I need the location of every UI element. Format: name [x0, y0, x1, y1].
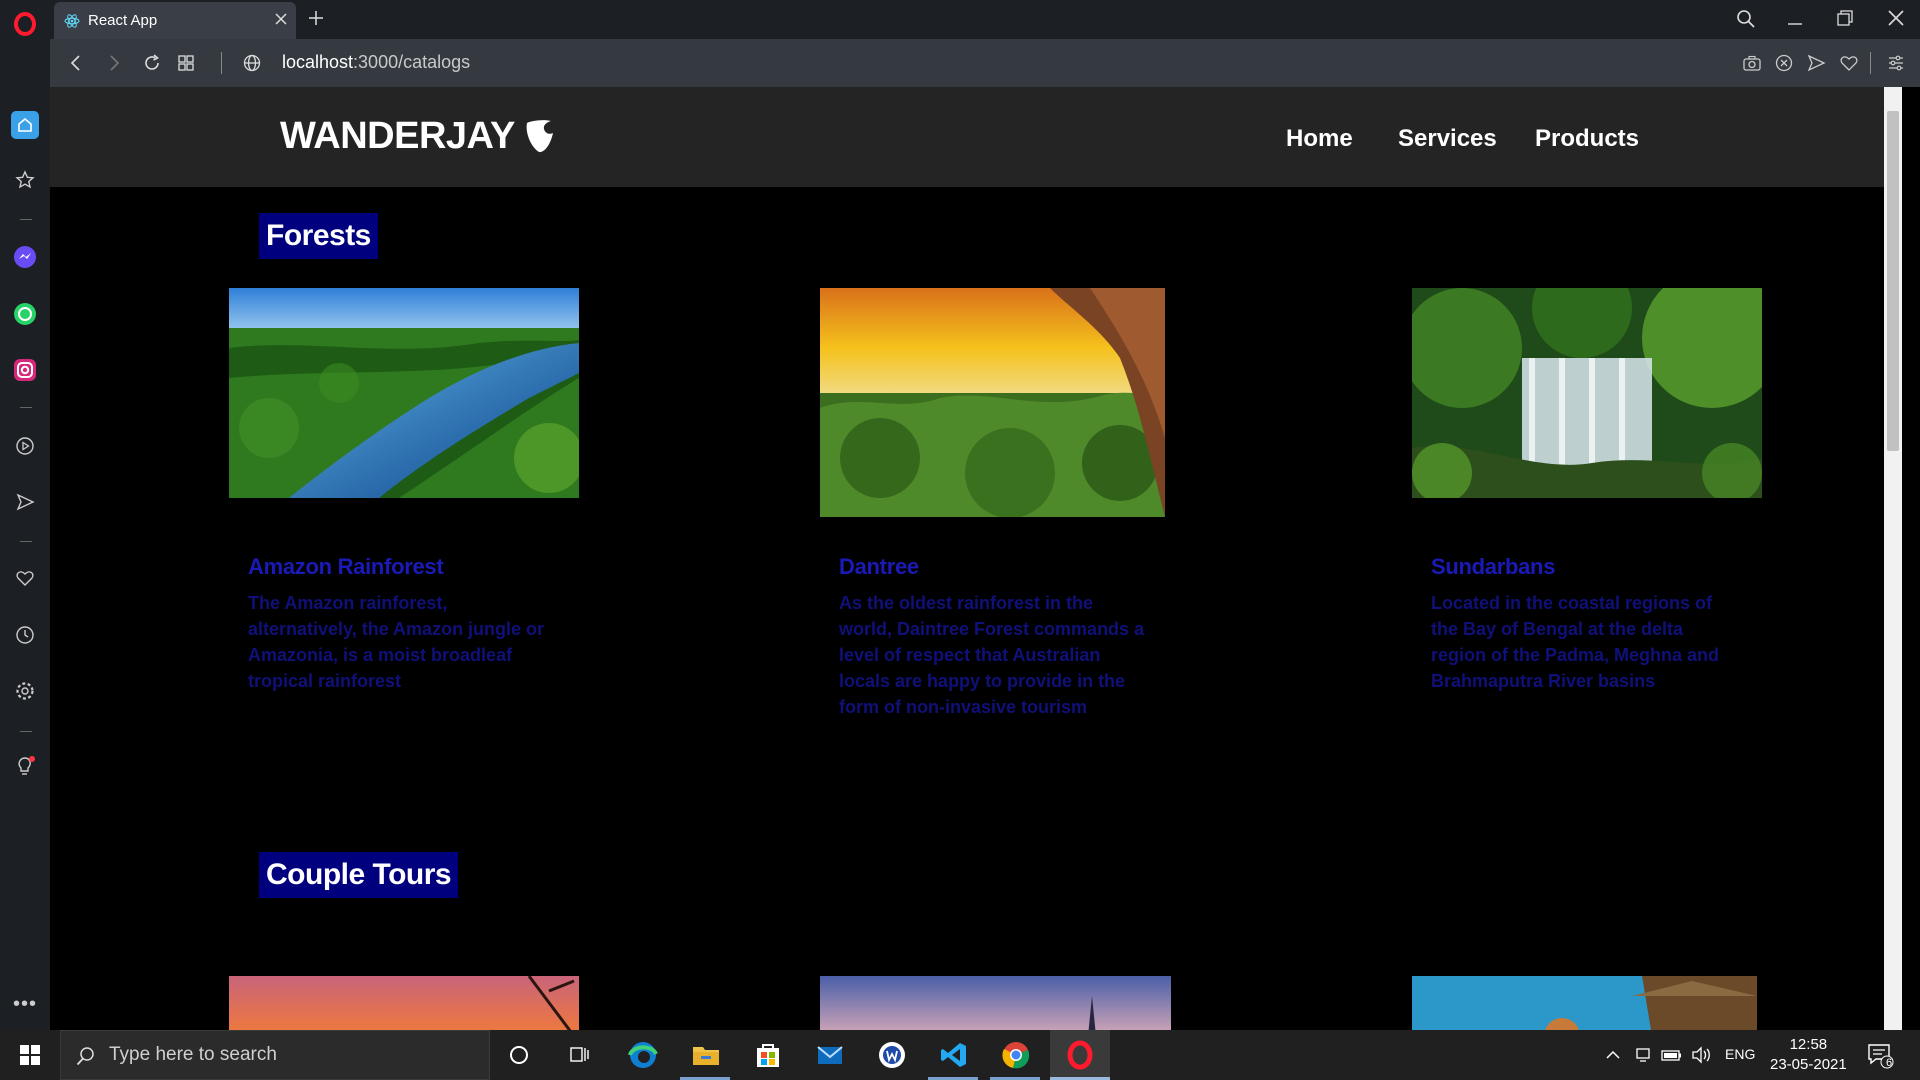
task-view-icon[interactable] — [564, 1039, 596, 1071]
battery-icon[interactable] — [1656, 1039, 1688, 1071]
web-page: WANDERJAY Home Services Products Forests… — [50, 87, 1902, 1030]
cortana-icon[interactable] — [503, 1039, 535, 1071]
card-description: The Amazon rainforest, alternatively, th… — [248, 593, 545, 691]
show-hidden-icons-chevron-icon[interactable] — [1597, 1039, 1629, 1071]
sidebar-divider — [20, 219, 32, 220]
restore-window-icon[interactable] — [1835, 8, 1855, 33]
sidebar-divider — [20, 731, 32, 732]
search-placeholder: Type here to search — [109, 1044, 277, 1065]
site-navbar: WANDERJAY Home Services Products — [50, 87, 1902, 187]
logo-text: WANDERJAY — [280, 115, 515, 157]
send-to-flow-icon[interactable] — [1806, 53, 1826, 78]
sunset-tree-image — [229, 976, 579, 1030]
page-scrollbar[interactable] — [1884, 87, 1902, 1030]
file-explorer-icon[interactable] — [690, 1039, 722, 1071]
browser-sidebar: ••• — [0, 0, 50, 1030]
typo3-logo-icon — [526, 119, 553, 152]
card-description: Located in the coastal regions of the Ba… — [1431, 593, 1720, 691]
toolbar-divider — [221, 52, 222, 74]
back-arrow-icon[interactable] — [66, 53, 86, 78]
card-title[interactable]: Amazon Rainforest — [248, 554, 444, 580]
tab-title: React App — [88, 12, 158, 29]
minimize-icon[interactable] — [1785, 8, 1805, 33]
ad-block-icon[interactable] — [1774, 53, 1794, 78]
close-window-icon[interactable] — [1886, 8, 1906, 33]
scrollbar-thumb[interactable] — [1887, 111, 1899, 451]
search-icon — [75, 1045, 97, 1073]
card-description: As the oldest rainforest in the world, D… — [839, 593, 1145, 717]
catalog-card[interactable]: Dantree As the oldest rainforest in the … — [820, 288, 1180, 768]
catalog-card[interactable] — [1412, 976, 1772, 1030]
section-title-forests: Forests — [259, 213, 378, 259]
tab-close-icon[interactable] — [272, 10, 290, 32]
chrome-icon[interactable] — [1000, 1039, 1032, 1071]
section-title-couple-tours: Couple Tours — [259, 852, 459, 898]
nav-link-home[interactable]: Home — [1286, 125, 1353, 153]
catalog-card[interactable] — [820, 976, 1180, 1030]
catalog-card[interactable] — [229, 976, 589, 1030]
home-icon[interactable] — [11, 111, 39, 139]
sundarbans-waterfall-image — [1412, 288, 1762, 498]
toolbar-divider — [1870, 52, 1871, 74]
settings-gear-icon[interactable] — [11, 677, 39, 705]
url-field[interactable]: localhost:3000/catalogs — [282, 52, 470, 73]
bookmarks-star-icon[interactable] — [11, 166, 39, 194]
microsoft-store-icon[interactable] — [752, 1039, 784, 1071]
instagram-icon[interactable] — [11, 356, 39, 384]
vscode-icon[interactable] — [938, 1039, 970, 1071]
flow-send-icon[interactable] — [11, 488, 39, 516]
player-icon[interactable] — [11, 432, 39, 460]
windows-taskbar: Type here to search ENG 12:58 23-05-2021… — [0, 1030, 1920, 1080]
search-tabs-icon[interactable] — [1735, 8, 1757, 35]
beach-hut-image — [1412, 976, 1757, 1030]
amazon-river-image — [229, 288, 579, 498]
taskbar-search-input[interactable]: Type here to search — [60, 1030, 490, 1080]
daintree-forest-image — [820, 288, 1165, 517]
notifications-icon[interactable]: 6 — [1864, 1039, 1896, 1071]
clock-time: 12:58 — [1789, 1036, 1828, 1053]
address-bar: localhost:3000/catalogs — [50, 39, 1920, 87]
nav-link-services[interactable]: Services — [1398, 125, 1497, 153]
url-host: localhost — [282, 52, 354, 72]
forward-arrow-icon[interactable] — [104, 53, 124, 78]
windows-start-icon[interactable] — [14, 1039, 46, 1071]
tips-lightbulb-icon[interactable] — [11, 752, 39, 780]
catalog-card[interactable]: Amazon Rainforest The Amazon rainforest,… — [229, 288, 589, 768]
reload-icon[interactable] — [142, 53, 162, 78]
sidebar-divider — [20, 407, 32, 408]
card-title[interactable]: Dantree — [839, 554, 919, 580]
bookmark-heart-icon[interactable] — [1839, 53, 1859, 78]
meet-now-icon[interactable] — [1627, 1039, 1659, 1071]
speed-dial-grid-icon[interactable] — [176, 53, 196, 78]
site-logo[interactable]: WANDERJAY — [280, 115, 557, 158]
messenger-icon[interactable] — [11, 243, 39, 271]
opera-logo-icon[interactable] — [11, 10, 39, 38]
sidebar-divider — [20, 541, 32, 542]
history-clock-icon[interactable] — [11, 621, 39, 649]
input-language-indicator[interactable]: ENG — [1725, 1046, 1755, 1062]
paris-dusk-image — [820, 976, 1171, 1030]
clock-date: 23-05-2021 — [1770, 1056, 1847, 1073]
heart-icon[interactable] — [11, 564, 39, 592]
url-path: :3000/catalogs — [353, 52, 471, 72]
mail-icon[interactable] — [814, 1039, 846, 1071]
snapshot-camera-icon[interactable] — [1742, 53, 1762, 78]
new-tab-plus-icon[interactable] — [306, 8, 326, 33]
react-favicon-icon — [64, 13, 80, 28]
site-info-globe-icon[interactable] — [242, 53, 262, 78]
edge-browser-icon[interactable] — [627, 1039, 659, 1071]
notification-count-badge: 6 — [1886, 1057, 1893, 1069]
volume-speaker-icon[interactable] — [1685, 1039, 1717, 1071]
easy-setup-icon[interactable] — [1886, 53, 1906, 78]
catalog-card[interactable]: Sundarbans Located in the coastal region… — [1412, 288, 1772, 768]
card-title[interactable]: Sundarbans — [1431, 554, 1555, 580]
whatsapp-icon[interactable] — [11, 300, 39, 328]
tab-strip: React App — [50, 0, 1920, 39]
more-options-icon[interactable]: ••• — [11, 990, 39, 1018]
word-app-icon[interactable] — [876, 1039, 908, 1071]
taskbar-clock[interactable]: 12:58 23-05-2021 — [1770, 1035, 1847, 1075]
browser-tab[interactable]: React App — [54, 2, 296, 39]
nav-link-products[interactable]: Products — [1535, 125, 1639, 153]
opera-taskbar-icon[interactable] — [1050, 1030, 1110, 1080]
